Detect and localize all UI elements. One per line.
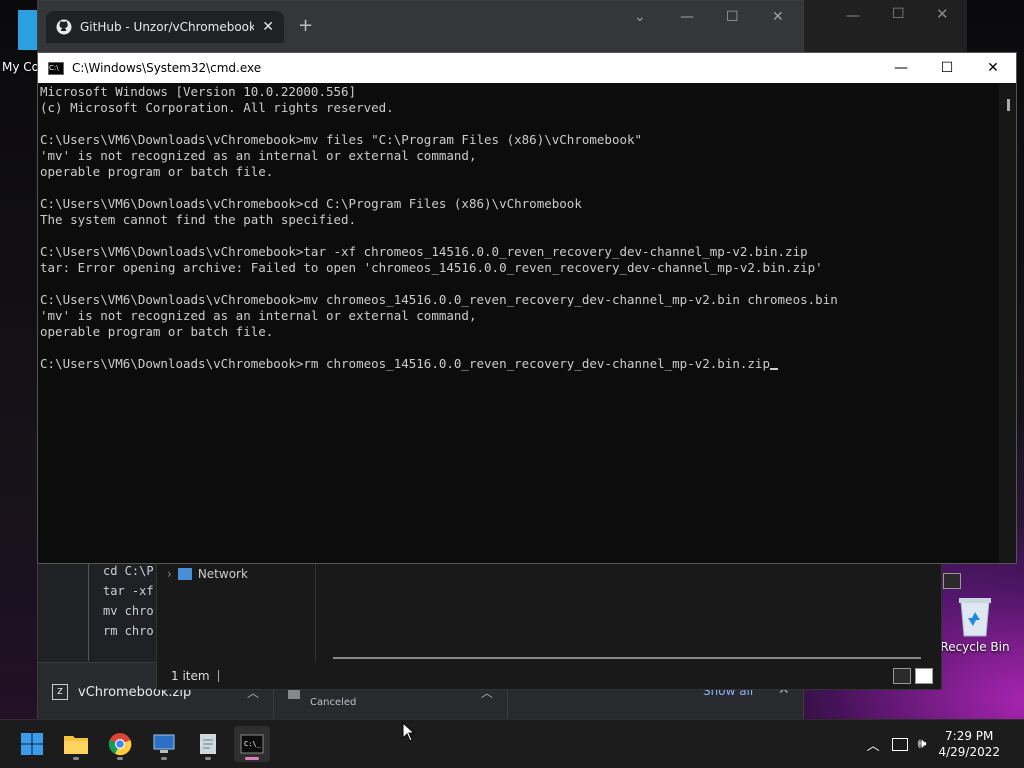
- background-window-titlebar: — ☐ ✕: [802, 0, 967, 52]
- navigation-pane: › Network: [157, 561, 316, 661]
- date: 4/29/2022: [938, 745, 1000, 759]
- running-indicator: [161, 757, 167, 760]
- chrome-icon: [108, 733, 132, 756]
- svg-text:C:\_: C:\_: [244, 740, 262, 748]
- my-computer-desktop-icon[interactable]: My Co: [0, 10, 40, 74]
- zip-file-icon: Z: [52, 684, 68, 700]
- start-button[interactable]: [14, 726, 50, 762]
- minimize-icon[interactable]: —: [846, 8, 860, 24]
- tab-title: GitHub - Unzor/vChromebook: C: [80, 20, 255, 34]
- tab-github[interactable]: GitHub - Unzor/vChromebook: C ✕: [46, 11, 284, 43]
- chevron-up-icon[interactable]: ︿: [867, 735, 880, 754]
- mouse-pointer-icon: [402, 722, 416, 742]
- taskbar-remote-desktop[interactable]: [146, 726, 182, 762]
- console-line: C:\Users\VM6\Downloads\vChromebook>mv ch…: [40, 292, 838, 307]
- clock[interactable]: 7:29 PM 4/29/2022: [938, 728, 1000, 760]
- close-tab-icon[interactable]: ✕: [262, 19, 274, 35]
- nav-item-label: Network: [197, 567, 248, 581]
- remote-desktop-icon: [153, 734, 175, 753]
- recycle-bin-desktop-icon[interactable]: Recycle Bin: [940, 594, 1010, 654]
- taskbar-notepad[interactable]: [190, 726, 226, 762]
- file-explorer-window: › Network 1 item: [156, 560, 961, 690]
- window-title: C:\Windows\System32\cmd.exe: [72, 61, 262, 75]
- my-computer-label: My Co: [2, 60, 39, 74]
- text-cursor: [770, 368, 778, 370]
- running-indicator: [117, 757, 123, 760]
- cmd-icon: C:\_: [240, 734, 264, 754]
- download-status: Canceled: [310, 696, 357, 708]
- cmd-titlebar[interactable]: C:\ C:\Windows\System32\cmd.exe — ☐ ✕: [38, 53, 1016, 83]
- tab-strip: GitHub - Unzor/vChromebook: C ✕ + ⌄ — ☐ …: [38, 1, 803, 53]
- horizontal-scrollbar[interactable]: [333, 657, 921, 659]
- taskbar-file-explorer[interactable]: [58, 726, 94, 762]
- console-line: C:\Users\VM6\Downloads\vChromebook>tar -…: [40, 244, 808, 259]
- console-line: The system cannot find the path specifie…: [40, 212, 357, 227]
- console-line: operable program or batch file.: [40, 164, 274, 179]
- running-indicator: [73, 757, 79, 760]
- close-icon[interactable]: ✕: [936, 5, 949, 23]
- chevron-right-icon: ›: [167, 567, 172, 581]
- maximize-icon[interactable]: ☐: [892, 6, 905, 22]
- command-input[interactable]: C:\Users\VM6\Downloads\vChromebook>rm ch…: [40, 356, 770, 371]
- system-tray: ︿ 🕪 7:29 PM 4/29/2022: [867, 720, 1024, 768]
- new-tab-button[interactable]: +: [298, 15, 313, 36]
- preview-pane-button[interactable]: [943, 573, 961, 589]
- file-explorer-icon: [64, 736, 88, 754]
- close-icon[interactable]: ✕: [772, 9, 784, 25]
- cmd-icon: C:\: [48, 61, 64, 75]
- status-divider: [217, 670, 219, 682]
- console-line: C:\Users\VM6\Downloads\vChromebook>mv fi…: [40, 132, 643, 147]
- taskbar: C:\_ ︿ 🕪 7:29 PM 4/29/2022: [0, 719, 1024, 768]
- volume-icon[interactable]: 🕪: [918, 736, 927, 752]
- scrollbar-thumb[interactable]: [1007, 99, 1010, 111]
- console-line: (c) Microsoft Corporation. All rights re…: [40, 100, 394, 115]
- maximize-icon[interactable]: ☐: [924, 53, 970, 83]
- console-line: 'mv' is not recognized as an internal or…: [40, 308, 477, 323]
- maximize-icon[interactable]: ☐: [726, 9, 739, 25]
- taskbar-cmd[interactable]: C:\_: [234, 726, 270, 762]
- tab-search-icon[interactable]: ⌄: [634, 9, 646, 25]
- console-line: C:\Users\VM6\Downloads\vChromebook>cd C:…: [40, 196, 582, 211]
- active-indicator: [245, 757, 259, 760]
- github-icon: [56, 19, 72, 35]
- recycle-bin-label: Recycle Bin: [940, 640, 1010, 654]
- command-input-line[interactable]: C:\Users\VM6\Downloads\vChromebook>rm ch…: [40, 356, 998, 372]
- minimize-icon[interactable]: —: [680, 9, 694, 25]
- taskbar-chrome[interactable]: [102, 726, 138, 762]
- console-line: tar: Error opening archive: Failed to op…: [40, 260, 823, 275]
- start-icon: [21, 733, 43, 755]
- time: 7:29 PM: [945, 729, 994, 743]
- console-line: 'mv' is not recognized as an internal or…: [40, 148, 477, 163]
- close-icon[interactable]: ✕: [970, 53, 1016, 83]
- network-icon[interactable]: [891, 737, 908, 751]
- status-bar: 1 item: [157, 663, 941, 689]
- console-line: Microsoft Windows [Version 10.0.22000.55…: [40, 84, 357, 99]
- recycle-bin-icon: [959, 598, 991, 637]
- cmd-window: C:\ C:\Windows\System32\cmd.exe — ☐ ✕ Mi…: [37, 52, 1017, 564]
- console-line: operable program or batch file.: [40, 324, 274, 339]
- vertical-scrollbar[interactable]: [999, 83, 1016, 563]
- console-output[interactable]: Microsoft Windows [Version 10.0.22000.55…: [40, 83, 998, 563]
- running-indicator: [205, 757, 211, 760]
- network-icon: [177, 568, 192, 580]
- large-icons-view-button[interactable]: [915, 668, 933, 684]
- notepad-icon: [200, 734, 216, 754]
- details-view-button[interactable]: [893, 668, 911, 684]
- nav-item-network[interactable]: › Network: [167, 567, 248, 581]
- item-count: 1 item: [171, 669, 210, 683]
- minimize-icon[interactable]: —: [878, 53, 924, 83]
